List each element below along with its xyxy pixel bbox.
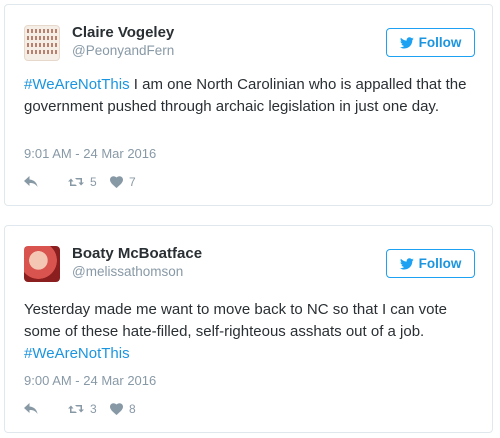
display-name[interactable]: Claire Vogeley bbox=[72, 24, 174, 41]
twitter-bird-icon bbox=[399, 36, 414, 49]
tweet-actions: 3 8 bbox=[24, 400, 136, 418]
tweet-actions: 5 7 bbox=[24, 173, 136, 191]
retweet-button[interactable]: 5 bbox=[68, 175, 110, 189]
timestamp[interactable]: 9:01 AM - 24 Mar 2016 bbox=[24, 146, 156, 161]
reply-button[interactable] bbox=[24, 403, 68, 415]
avatar[interactable] bbox=[24, 25, 60, 61]
reply-icon bbox=[24, 176, 38, 188]
tweet-body: Yesterday made me want to move back to N… bbox=[24, 301, 447, 340]
like-count: 8 bbox=[129, 402, 136, 416]
follow-button[interactable]: Follow bbox=[386, 28, 475, 57]
heart-icon bbox=[110, 176, 123, 188]
like-button[interactable]: 8 bbox=[110, 402, 136, 416]
tweet-text: Yesterday made me want to move back to N… bbox=[24, 299, 479, 365]
follow-label: Follow bbox=[418, 256, 462, 271]
heart-icon bbox=[110, 403, 123, 415]
reply-icon bbox=[24, 403, 38, 415]
retweet-icon bbox=[68, 176, 84, 188]
hashtag-link[interactable]: #WeAreNotThis bbox=[24, 76, 130, 93]
tweet-text: #WeAreNotThis I am one North Carolinian … bbox=[24, 74, 479, 118]
tweet-card: Boaty McBoatface @melissathomson Follow … bbox=[4, 225, 493, 433]
retweet-count: 5 bbox=[90, 175, 97, 189]
user-handle[interactable]: @PeonyandFern bbox=[72, 43, 174, 58]
tweet-card: Claire Vogeley @PeonyandFern Follow #WeA… bbox=[4, 4, 493, 206]
retweet-count: 3 bbox=[90, 402, 97, 416]
retweet-button[interactable]: 3 bbox=[68, 402, 110, 416]
avatar[interactable] bbox=[24, 246, 60, 282]
like-count: 7 bbox=[129, 175, 136, 189]
follow-label: Follow bbox=[418, 35, 462, 50]
like-button[interactable]: 7 bbox=[110, 175, 136, 189]
retweet-icon bbox=[68, 403, 84, 415]
hashtag-link[interactable]: #WeAreNotThis bbox=[24, 345, 130, 362]
timestamp[interactable]: 9:00 AM - 24 Mar 2016 bbox=[24, 373, 156, 388]
twitter-bird-icon bbox=[399, 257, 414, 270]
display-name[interactable]: Boaty McBoatface bbox=[72, 245, 202, 262]
user-handle[interactable]: @melissathomson bbox=[72, 264, 183, 279]
reply-button[interactable] bbox=[24, 176, 68, 188]
follow-button[interactable]: Follow bbox=[386, 249, 475, 278]
